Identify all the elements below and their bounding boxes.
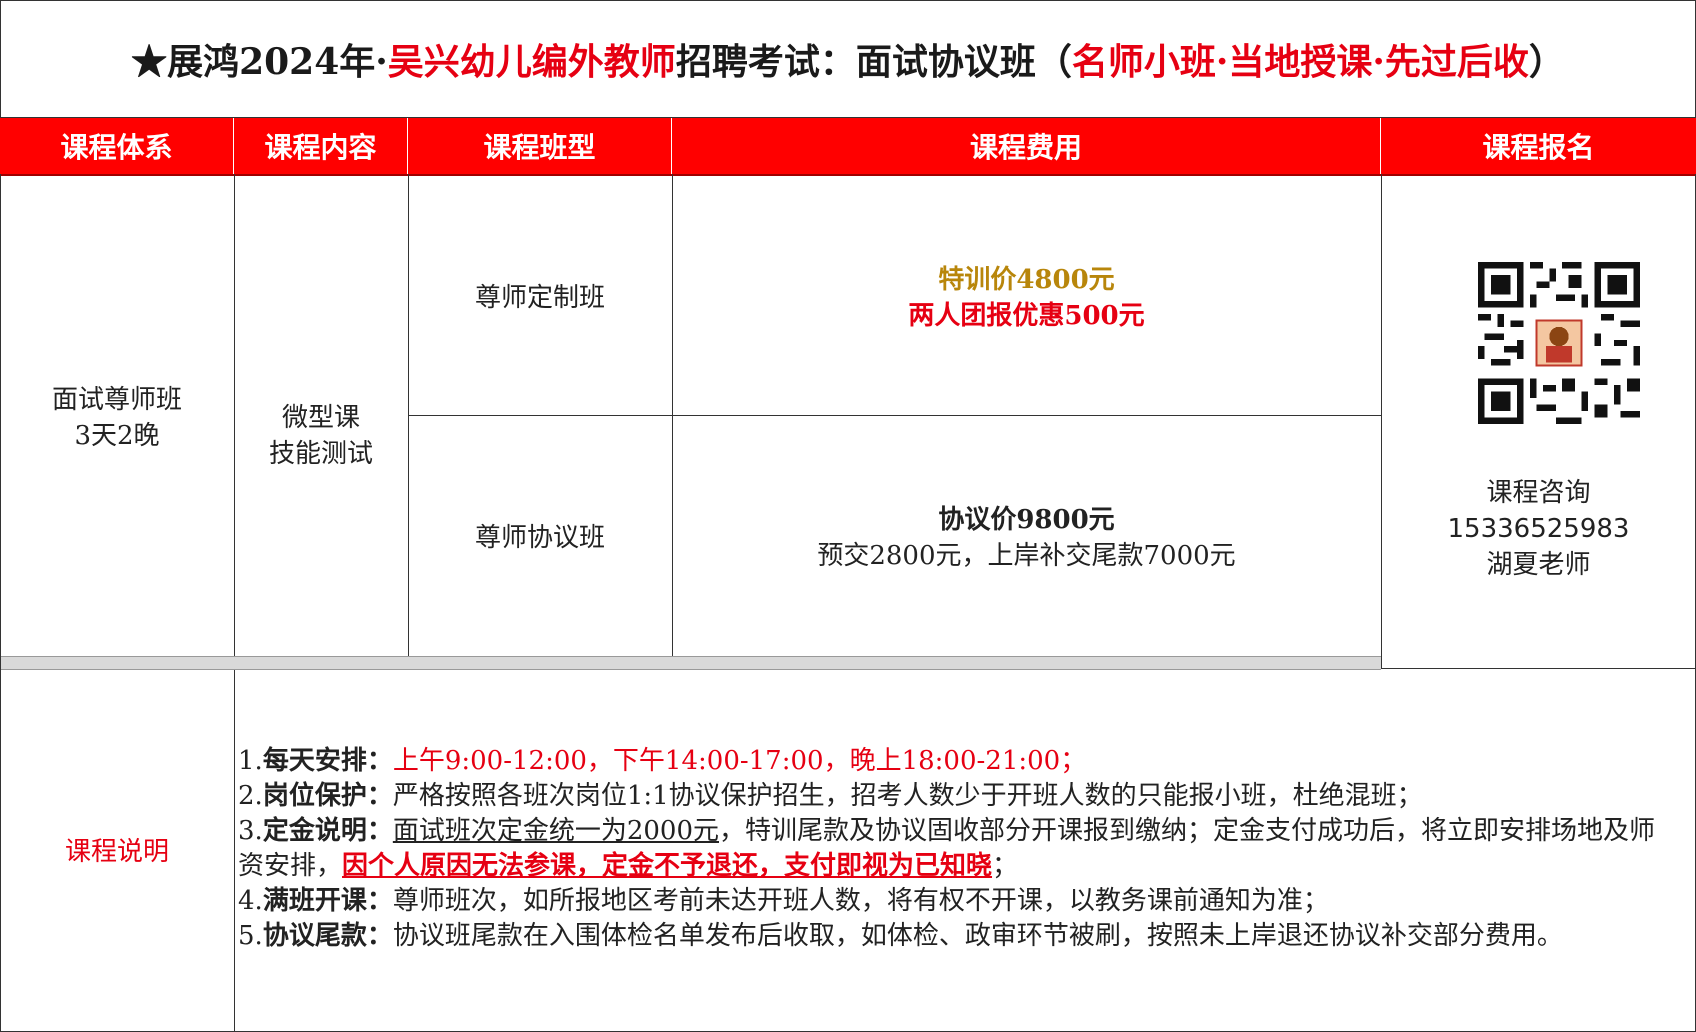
header-content: 课程内容 bbox=[234, 118, 408, 174]
note-num: 1. bbox=[238, 746, 263, 776]
content-cell: 微型课 技能测试 bbox=[234, 400, 408, 472]
note-item-4: 4.满班开课：尊师班次，如所报地区考前未达开班人数，将有权不开课，以教务课前通知… bbox=[238, 884, 1678, 919]
note-num: 5. bbox=[238, 921, 263, 951]
grid-line bbox=[0, 174, 1, 1032]
header-fee: 课程费用 bbox=[672, 118, 1381, 174]
note-num: 3. bbox=[238, 816, 263, 846]
notes-label: 课程说明 bbox=[64, 837, 169, 867]
note-lead: 岗位保护： bbox=[262, 781, 393, 811]
note-deposit-amount: 面试班次定金统一为2000元 bbox=[392, 816, 719, 846]
fee-agreement-price: 协议价9800元 bbox=[938, 505, 1115, 535]
notes-list: 1.每天安排：上午9:00-12:00，下午14:00-17:00，晚上18:0… bbox=[238, 744, 1678, 954]
note-refund-warning: 因个人原因无法参课，定金不予退还，支付即视为已知晓 bbox=[342, 851, 993, 881]
note-num: 2. bbox=[238, 781, 263, 811]
note-num: 4. bbox=[238, 886, 263, 916]
note-schedule: 上午9:00-12:00，下午14:00-17:00，晚上18:00-21:00… bbox=[392, 746, 1087, 776]
row-separator-band bbox=[1, 656, 1381, 670]
title-part-3: 招聘考试：面试协议班（ bbox=[675, 41, 1072, 83]
note-text: 严格按照各班次岗位1:1协议保护招生，招考人数少于开班人数的只能报小班，杜绝混班… bbox=[392, 781, 1423, 811]
fee-cell-2: 协议价9800元 预交2800元，上岸补交尾款7000元 bbox=[672, 502, 1381, 574]
note-lead: 满班开课： bbox=[262, 886, 393, 916]
signup-consult-label: 课程咨询 bbox=[1486, 478, 1591, 508]
page-title: ★展鸿2024年· 吴兴幼儿编外教师 招聘考试：面试协议班（ 名师小班·当地授课·先过… bbox=[0, 0, 1696, 118]
note-lead: 定金说明： bbox=[262, 816, 393, 846]
class-name-1: 尊师定制班 bbox=[474, 283, 605, 313]
note-text: 协议班尾款在入围体检名单发布后收取，如体检、政审环节被刷，按照未上岸退还协议补交… bbox=[392, 921, 1563, 951]
note-text: 尊师班次，如所报地区考前未达开班人数，将有权不开课，以教务课前通知为准； bbox=[392, 886, 1329, 916]
grid-line bbox=[234, 174, 235, 1032]
fee-special-price: 特训价4800元 bbox=[938, 265, 1115, 295]
note-end: ； bbox=[992, 851, 1019, 881]
signup-phone[interactable]: 15336525983 bbox=[1381, 511, 1696, 547]
fee-payment-terms: 预交2800元，上岸补交尾款7000元 bbox=[817, 541, 1236, 571]
title-part-4: 名师小班·当地授课·先过后收 bbox=[1071, 41, 1529, 83]
note-item-2: 2.岗位保护：严格按照各班次岗位1:1协议保护招生，招考人数少于开班人数的只能报… bbox=[238, 779, 1678, 814]
fee-group-discount: 两人团报优惠500元 bbox=[908, 301, 1145, 331]
content-line-1: 微型课 bbox=[281, 403, 360, 433]
system-duration: 3天2晚 bbox=[74, 421, 160, 451]
header-signup: 课程报名 bbox=[1482, 131, 1595, 164]
header-class-type: 课程班型 bbox=[408, 118, 672, 174]
class-name-2: 尊师协议班 bbox=[474, 523, 605, 553]
system-cell: 面试尊师班 3天2晚 bbox=[0, 382, 234, 454]
table-header: 课程体系 课程内容 课程班型 课程费用 课程报名 bbox=[0, 118, 1696, 176]
header-system: 课程体系 bbox=[0, 118, 234, 174]
signup-teacher: 湖夏老师 bbox=[1486, 550, 1591, 580]
qr-code-icon[interactable] bbox=[1478, 262, 1640, 424]
grid-line bbox=[408, 415, 1381, 416]
fee-cell-1: 特训价4800元 两人团报优惠500元 bbox=[672, 262, 1381, 334]
grid-line bbox=[1381, 174, 1382, 668]
course-table-page: ★展鸿2024年· 吴兴幼儿编外教师 招聘考试：面试协议班（ 名师小班·当地授课·先过… bbox=[0, 0, 1696, 1032]
title-part-2: 吴兴幼儿编外教师 bbox=[387, 41, 676, 83]
signup-cell: 课程咨询 15336525983 湖夏老师 bbox=[1381, 475, 1696, 583]
note-lead: 协议尾款： bbox=[262, 921, 393, 951]
note-item-5: 5.协议尾款：协议班尾款在入围体检名单发布后收取，如体检、政审环节被刷，按照未上… bbox=[238, 919, 1678, 954]
title-part-1: ★展鸿2024年· bbox=[131, 41, 388, 83]
title-part-5: ） bbox=[1528, 41, 1565, 83]
note-item-3: 3.定金说明：面试班次定金统一为2000元，特训尾款及协议固收部分开课报到缴纳；… bbox=[238, 814, 1678, 884]
note-lead: 每天安排： bbox=[262, 746, 393, 776]
system-name: 面试尊师班 bbox=[51, 385, 182, 415]
content-line-2: 技能测试 bbox=[268, 439, 373, 469]
note-item-1: 1.每天安排：上午9:00-12:00，下午14:00-17:00，晚上18:0… bbox=[238, 744, 1678, 779]
